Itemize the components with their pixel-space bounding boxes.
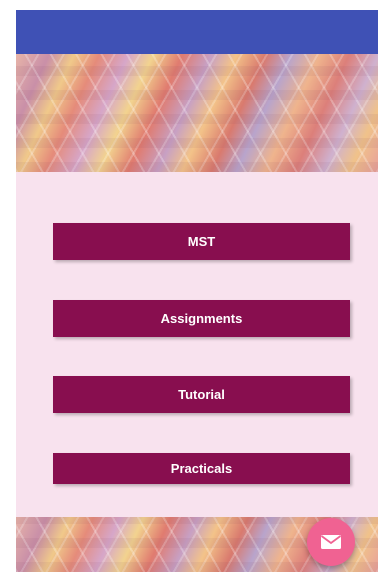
header-banner-image [16,54,378,172]
email-fab[interactable] [307,518,355,566]
tutorial-button[interactable]: Tutorial [53,376,350,413]
app-bar [16,10,378,54]
mst-button[interactable]: MST [53,223,350,260]
practicals-button[interactable]: Practicals [53,453,350,484]
assignments-button[interactable]: Assignments [53,300,350,337]
mail-icon [320,535,342,549]
app-screen: MST Assignments Tutorial Practicals [16,10,378,572]
